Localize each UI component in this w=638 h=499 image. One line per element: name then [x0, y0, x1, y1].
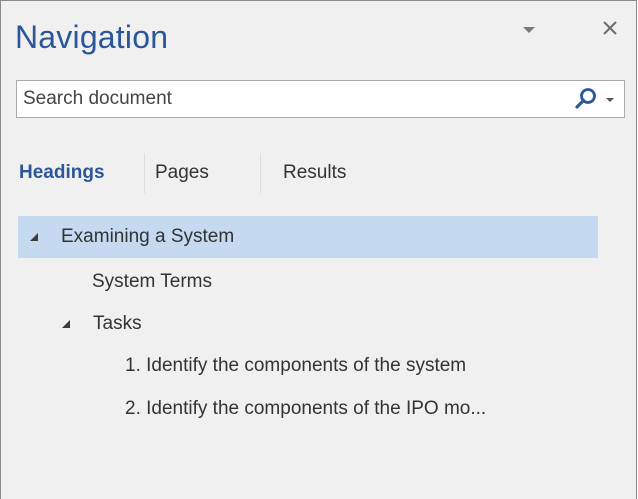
- tab-headings[interactable]: Headings: [19, 153, 129, 193]
- search-options-dropdown[interactable]: [601, 87, 619, 111]
- search-input[interactable]: [21, 83, 555, 115]
- chevron-down-icon: [523, 27, 535, 33]
- heading-item-system-terms[interactable]: System Terms: [18, 261, 598, 303]
- close-button[interactable]: [595, 13, 625, 43]
- pane-options-button[interactable]: [517, 23, 541, 45]
- tab-divider: [144, 153, 145, 193]
- search-box: [16, 80, 625, 118]
- heading-label: 1. Identify the components of the system: [125, 355, 467, 376]
- pane-title: Navigation: [15, 19, 169, 55]
- navigation-pane: Navigation Headings Pages Results: [0, 0, 637, 499]
- heading-label: Examining a System: [61, 226, 235, 247]
- tab-divider: [260, 153, 261, 193]
- heading-label: 2. Identify the components of the IPO mo…: [125, 398, 487, 419]
- search-button[interactable]: [573, 86, 599, 112]
- heading-item-identify-components-system[interactable]: 1. Identify the components of the system: [18, 345, 598, 387]
- heading-item-examining-a-system[interactable]: Examining a System: [18, 216, 598, 258]
- heading-item-tasks[interactable]: Tasks: [18, 303, 598, 345]
- collapse-triangle-icon[interactable]: [58, 317, 72, 331]
- chevron-down-icon: [606, 98, 614, 102]
- heading-label: System Terms: [92, 271, 213, 292]
- view-tabs: Headings Pages Results: [19, 153, 346, 193]
- collapse-triangle-icon[interactable]: [26, 230, 40, 244]
- magnifier-icon: [575, 88, 596, 109]
- tab-results[interactable]: Results: [231, 153, 346, 193]
- close-icon: [603, 21, 617, 35]
- heading-label: Tasks: [93, 313, 142, 334]
- heading-item-identify-components-ipo[interactable]: 2. Identify the components of the IPO mo…: [18, 388, 598, 430]
